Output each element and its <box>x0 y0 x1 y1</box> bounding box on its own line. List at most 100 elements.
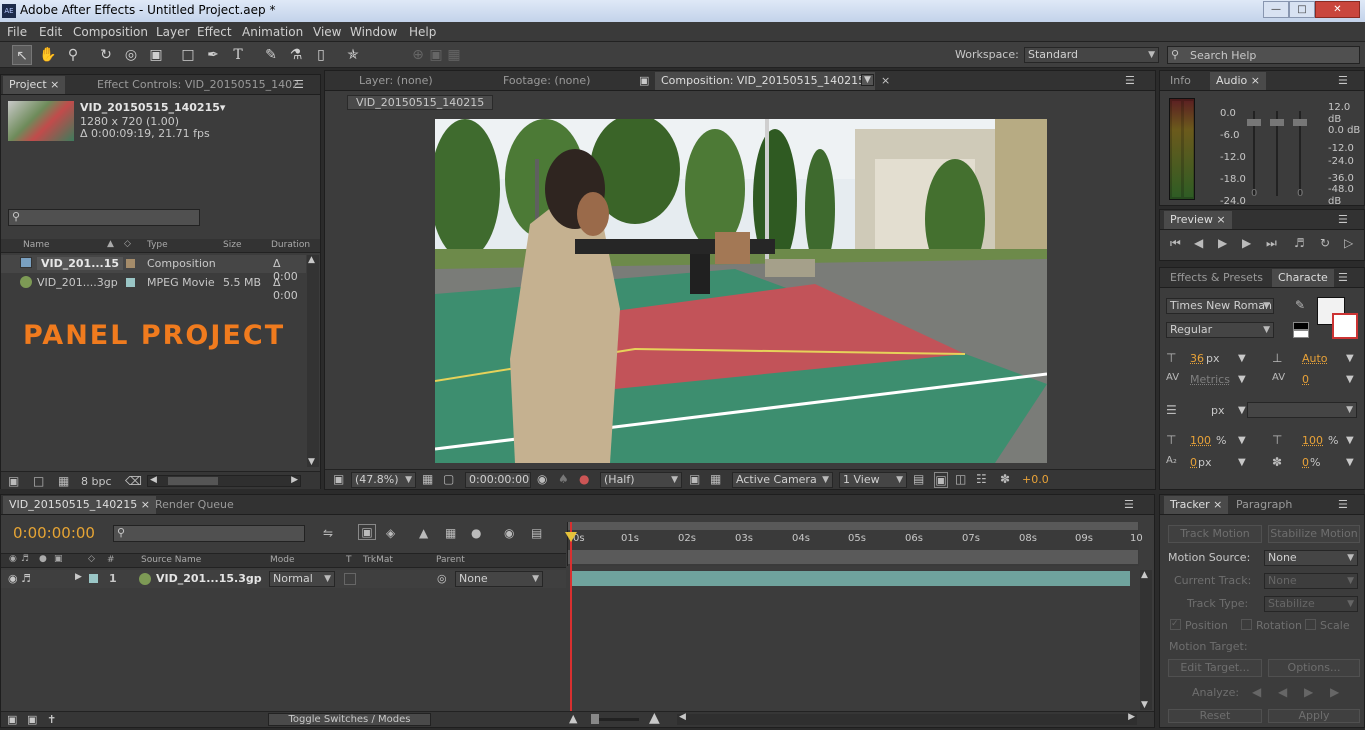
graph-editor-icon[interactable]: ▤ <box>531 526 542 540</box>
zoom-in-icon[interactable]: ▲ <box>649 710 660 726</box>
tab-layer[interactable]: Layer: (none) <box>353 72 439 90</box>
panel-menu-icon[interactable]: ☰ <box>1338 213 1348 226</box>
audio-slider-left[interactable] <box>1247 111 1261 196</box>
tab-info[interactable]: Info <box>1164 72 1197 90</box>
bpc-label[interactable]: 8 bpc <box>81 475 112 488</box>
rotate-tool-icon[interactable]: ↻ <box>96 45 116 65</box>
last-frame-icon[interactable]: ⏭ <box>1266 236 1277 251</box>
tab-tracker[interactable]: Tracker × <box>1164 496 1229 514</box>
tab-timeline-comp[interactable]: VID_20150515_140215 × <box>3 496 156 514</box>
speaker-icon[interactable]: ♬ <box>21 572 31 585</box>
workspace-dropdown[interactable]: Standard ▼ <box>1024 47 1159 63</box>
new-folder-icon[interactable]: □ <box>33 474 44 488</box>
menu-view[interactable]: View <box>313 25 341 39</box>
work-area-bar[interactable] <box>568 522 1138 530</box>
panel-menu-icon[interactable]: ☰ <box>1124 498 1134 511</box>
menu-layer[interactable]: Layer <box>156 25 189 39</box>
snapshot-camera-icon[interactable]: ◉ <box>537 472 547 486</box>
time-ruler[interactable]: 0s 01s 02s 03s 04s 05s 06s 07s 08s 09s 1… <box>567 522 1143 566</box>
zoom-slider[interactable] <box>591 714 639 724</box>
play-icon[interactable]: ▶ <box>1218 236 1227 250</box>
mask-visibility-icon[interactable]: ▢ <box>443 472 454 486</box>
menu-edit[interactable]: Edit <box>39 25 62 39</box>
chevron-down-icon[interactable]: ▼ <box>1346 457 1354 468</box>
tab-project[interactable]: Project × <box>3 76 66 94</box>
font-family-dropdown[interactable]: Times New Roman ▼ <box>1166 298 1274 314</box>
comp-breadcrumb[interactable]: VID_20150515_140215 <box>347 95 494 110</box>
eyedropper-icon[interactable]: ✎ <box>1295 298 1305 312</box>
expand-modes-icon[interactable]: ▣ <box>27 713 37 726</box>
vertical-scale-value[interactable]: 100 <box>1190 434 1211 447</box>
show-snapshot-icon[interactable]: ♠ <box>558 472 569 486</box>
track-motion-button[interactable]: Track Motion <box>1168 525 1262 543</box>
scroll-down-icon[interactable]: ▼ <box>308 457 315 467</box>
chevron-down-icon[interactable]: ▼ <box>1238 374 1246 385</box>
chevron-down-icon[interactable]: ▼ <box>1238 353 1246 364</box>
menu-file[interactable]: File <box>7 25 27 39</box>
ram-preview-icon[interactable]: ▷ <box>1344 236 1353 250</box>
black-swatch[interactable] <box>1293 322 1309 330</box>
white-swatch[interactable] <box>1293 330 1309 338</box>
slider-thumb[interactable] <box>1270 119 1284 126</box>
layer-row[interactable]: ◉ ♬ ▶ 1 VID_201...15.3gp Normal ▼ ◎ None ▼ <box>1 570 566 588</box>
chevron-down-icon[interactable]: ▼ <box>1238 457 1246 468</box>
table-row[interactable]: VID_201....3gp MPEG Movie 5.5 MB Δ 0:00 <box>1 274 306 302</box>
trash-icon[interactable]: ⌫ <box>125 474 142 488</box>
font-style-dropdown[interactable]: Regular ▼ <box>1166 322 1274 338</box>
chevron-down-icon[interactable]: ▼ <box>1346 353 1354 364</box>
menu-animation[interactable]: Animation <box>242 25 303 39</box>
flowchart-icon[interactable]: ☷ <box>976 472 987 486</box>
chevron-down-icon[interactable]: ▼ <box>1346 435 1354 446</box>
stroke-color-swatch[interactable] <box>1332 313 1358 339</box>
transparency-grid-icon[interactable]: ▦ <box>710 472 721 486</box>
col-parent[interactable]: Parent <box>436 555 465 565</box>
timeline-icon[interactable]: ◫ <box>955 472 966 486</box>
camera-tool-icon[interactable]: ◎ <box>121 45 141 65</box>
slider-thumb[interactable] <box>1293 119 1307 126</box>
label-color[interactable] <box>89 574 98 583</box>
expand-switches-icon[interactable]: ▣ <box>7 713 17 726</box>
scroll-right-icon[interactable]: ▶ <box>1128 712 1135 722</box>
loop-icon[interactable]: ↻ <box>1320 236 1330 250</box>
col-size[interactable]: Size <box>223 240 241 250</box>
brainstorm-icon[interactable]: ◉ <box>504 526 514 540</box>
tracking-value[interactable]: 0 <box>1302 373 1309 386</box>
brush-tool-icon[interactable]: ✎ <box>261 45 281 65</box>
tab-footage[interactable]: Footage: (none) <box>497 72 596 90</box>
menu-effect[interactable]: Effect <box>197 25 232 39</box>
panel-menu-icon[interactable]: ☰ <box>1338 271 1348 284</box>
scroll-up-icon[interactable]: ▲ <box>1141 570 1148 580</box>
motion-source-dropdown[interactable]: None ▼ <box>1264 550 1358 566</box>
pen-tool-icon[interactable]: ✒ <box>203 45 223 65</box>
chevron-down-icon[interactable]: ▼ <box>1238 405 1246 416</box>
tab-composition[interactable]: Composition: VID_20150515_140215 <box>655 72 875 90</box>
audio-slider-master[interactable] <box>1270 111 1284 196</box>
trkmat-box[interactable] <box>344 573 356 585</box>
always-preview-icon[interactable]: ▣ <box>333 472 344 486</box>
fast-previews-icon[interactable]: ▣ <box>934 472 948 488</box>
audio-icon[interactable]: ♬ <box>1294 236 1305 250</box>
toggle-pixel-aspect-icon[interactable]: ▤ <box>913 472 924 486</box>
search-help-field[interactable]: ⚲ Search Help <box>1167 46 1360 64</box>
tab-render-queue[interactable]: Render Queue <box>149 496 240 514</box>
scroll-thumb[interactable] <box>168 477 218 485</box>
layer-mode-dropdown[interactable]: Normal ▼ <box>269 571 335 587</box>
font-size-value[interactable]: 36 <box>1190 352 1204 365</box>
twirl-arrow-icon[interactable]: ▶ <box>75 572 82 582</box>
kerning-value[interactable]: Metrics <box>1190 373 1230 386</box>
motion-blur-icon[interactable]: ● <box>471 526 481 540</box>
timeline-current-time[interactable]: 0:00:00:00 <box>13 524 95 542</box>
tab-character[interactable]: Characte <box>1272 269 1334 287</box>
first-frame-icon[interactable]: ⏮ <box>1170 236 1181 251</box>
tab-audio[interactable]: Audio × <box>1210 72 1266 90</box>
view-layout-dropdown[interactable]: 1 View ▼ <box>839 472 907 488</box>
expand-inout-icon[interactable]: ✝ <box>47 713 56 726</box>
menu-composition[interactable]: Composition <box>73 25 148 39</box>
slider-thumb[interactable] <box>1247 119 1261 126</box>
zoom-out-icon[interactable]: ▲ <box>569 712 577 725</box>
channel-rgb-icon[interactable]: ● <box>579 472 589 486</box>
current-time-indicator[interactable] <box>570 522 572 712</box>
timeline-search-input[interactable]: ⚲ <box>113 525 305 542</box>
stabilize-motion-button[interactable]: Stabilize Motion <box>1268 525 1360 543</box>
menu-help[interactable]: Help <box>409 25 436 39</box>
